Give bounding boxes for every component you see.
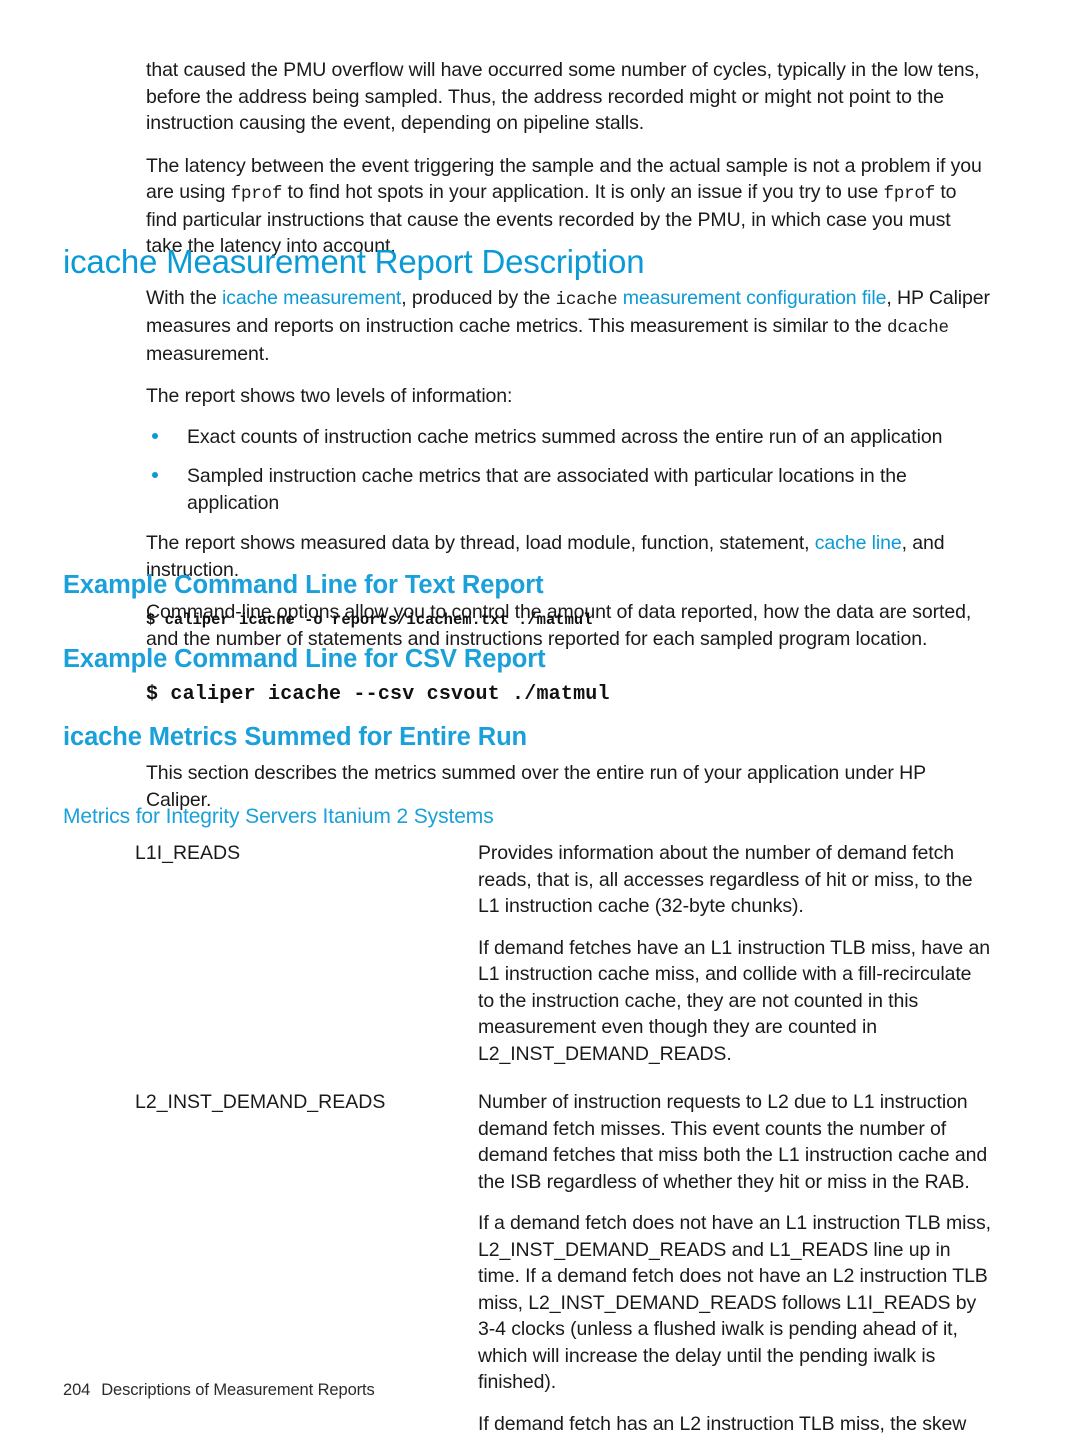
definition-paragraph: If demand fetch has an L2 instruction TL…: [478, 1412, 967, 1435]
levels-bullet-list: Exact counts of instruction cache metric…: [146, 424, 992, 517]
icache-measurement-link[interactable]: icache measurement: [222, 287, 401, 309]
heading-example-csv-report: Example Command Line for CSV Report: [63, 645, 546, 673]
measured-text-a: The report shows measured data by thread…: [146, 532, 815, 555]
definition-paragraph: Provides information about the number of…: [478, 842, 973, 918]
code-block-csv-report: $ caliper icache --csv csvout ./matmul: [146, 683, 610, 706]
dcache-code: dcache: [887, 317, 949, 338]
definition-description: Number of instruction requests to L2 due…: [478, 1089, 992, 1438]
levels-lead-paragraph: The report shows two levels of informati…: [146, 385, 513, 408]
bullet-dot-icon: [152, 472, 158, 479]
footer-page-number: 204: [63, 1381, 91, 1399]
icache-intro-a: With the: [146, 287, 223, 309]
cache-line-link[interactable]: cache line: [815, 532, 902, 554]
icache-code: icache: [555, 290, 618, 310]
definition-term: L1I_READS: [135, 842, 241, 864]
intro-block: that caused the PMU overflow will have o…: [146, 57, 992, 260]
footer-chapter-title: Descriptions of Measurement Reports: [101, 1381, 375, 1399]
list-item-label: Sampled instruction cache metrics that a…: [187, 465, 907, 514]
definition-paragraph: If a demand fetch does not have an L1 in…: [478, 1212, 991, 1394]
document-page: that caused the PMU overflow will have o…: [0, 0, 1080, 1438]
heading-icache-metrics-summed: icache Metrics Summed for Entire Run: [63, 723, 528, 751]
list-item: Sampled instruction cache metrics that a…: [146, 463, 992, 516]
page-title: icache Measurement Report Description: [63, 243, 645, 280]
fprof-code-1: fprof: [230, 184, 283, 205]
definition-paragraph: Number of instruction requests to L2 due…: [478, 1091, 988, 1193]
intro-p2-text-b: to find hot spots in your application. I…: [282, 181, 884, 204]
definition-term: L2_INST_DEMAND_READS: [135, 1091, 386, 1114]
icache-intro-d: measurement.: [146, 342, 270, 365]
definition-description: Provides information about the number of…: [478, 840, 992, 1067]
code-block-text-report: $ caliper icache -o reports/icachem.txt …: [146, 611, 593, 629]
bullet-dot-icon: [152, 432, 158, 439]
definition-row: L1I_READS Provides information about the…: [0, 840, 1080, 1067]
list-item-label: Exact counts of instruction cache metric…: [187, 425, 943, 448]
metrics-definition-list: L1I_READS Provides information about the…: [0, 840, 1080, 1438]
icache-intro-paragraph: With the icache measurement, produced by…: [146, 285, 992, 367]
list-item: Exact counts of instruction cache metric…: [146, 424, 992, 451]
heading-metrics-itanium: Metrics for Integrity Servers Itanium 2 …: [63, 805, 494, 828]
intro-paragraph-1: that caused the PMU overflow will have o…: [146, 59, 980, 135]
measurement-config-file-link[interactable]: measurement configuration file: [623, 287, 887, 309]
page-footer: 204 Descriptions of Measurement Reports: [63, 1381, 375, 1400]
heading-example-text-report: Example Command Line for Text Report: [63, 571, 544, 599]
definition-paragraph: If demand fetches have an L1 instruction…: [478, 936, 990, 1065]
fprof-code-2: fprof: [883, 184, 936, 205]
icache-intro-b: , produced by the: [401, 287, 556, 309]
